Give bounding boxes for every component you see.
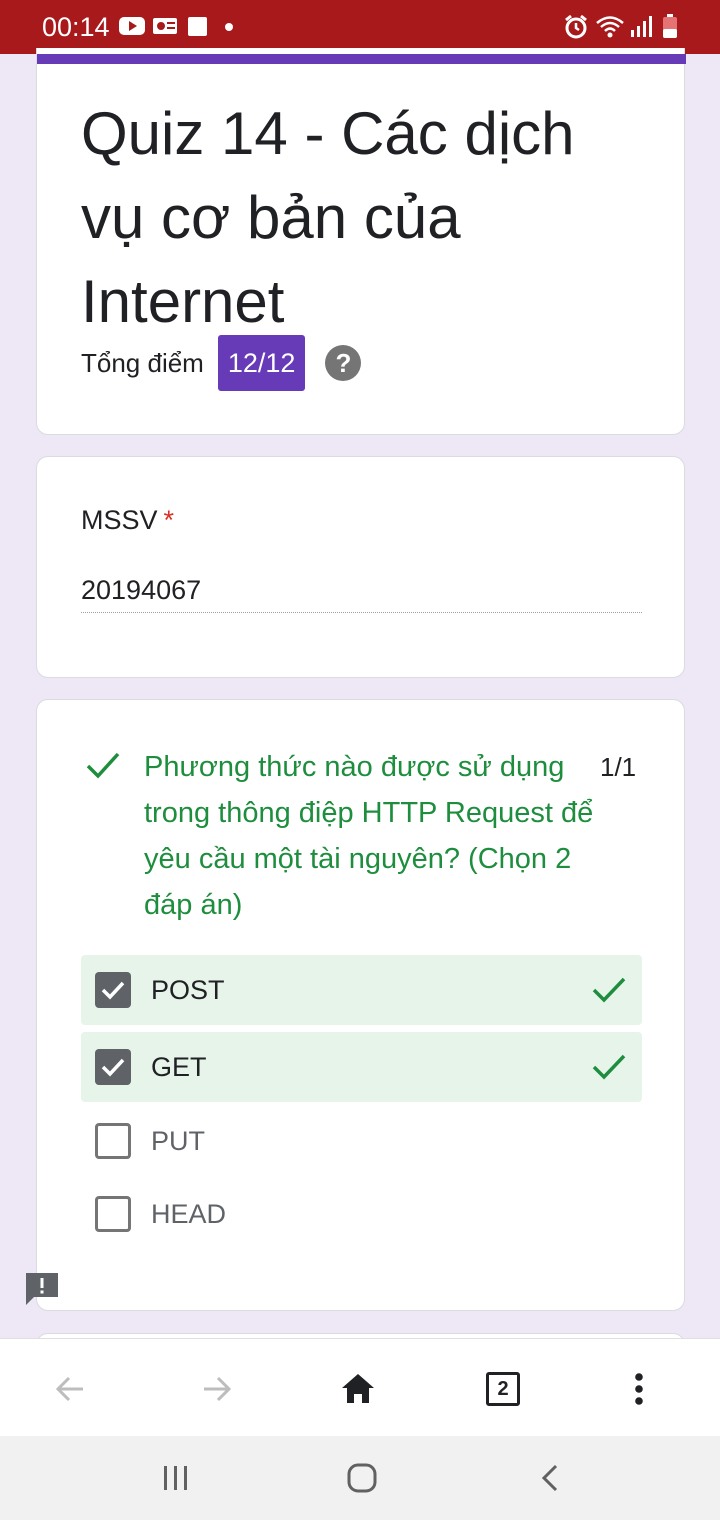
option-put: PUT bbox=[81, 1106, 642, 1176]
form-title: Quiz 14 - Các dịch vụ cơ bản của Interne… bbox=[81, 100, 575, 335]
home-circle-icon[interactable] bbox=[342, 1458, 382, 1498]
system-nav-bar bbox=[0, 1436, 720, 1520]
report-feedback-icon[interactable] bbox=[24, 1271, 60, 1307]
back-chevron-icon[interactable] bbox=[530, 1458, 570, 1498]
form-accent-bar bbox=[37, 54, 686, 64]
signal-icon bbox=[631, 16, 652, 37]
total-score-row: Tổng điểm 12/12 ? bbox=[81, 335, 362, 391]
checkbox-check-icon bbox=[101, 981, 125, 1000]
tabs-icon[interactable]: 2 bbox=[481, 1367, 525, 1411]
mssv-answer: 20194067 bbox=[81, 575, 202, 605]
dot-icon bbox=[225, 23, 233, 31]
checkbox-checked bbox=[95, 972, 131, 1008]
option-head: HEAD bbox=[81, 1179, 642, 1249]
question-text: Phương thức nào được sử dụng trong thông… bbox=[144, 751, 594, 921]
forward-arrow-icon[interactable] bbox=[195, 1367, 239, 1411]
score-badge: 12/12 bbox=[217, 335, 306, 391]
status-bar: 00:14 bbox=[0, 0, 720, 54]
option-label: POST bbox=[151, 975, 225, 1005]
option-label: PUT bbox=[151, 1126, 205, 1156]
option-post: POST bbox=[81, 955, 642, 1025]
correct-tick-icon bbox=[592, 1054, 626, 1080]
correct-tick-icon bbox=[592, 977, 626, 1003]
square-notification-icon bbox=[188, 17, 207, 36]
required-mark: * bbox=[163, 505, 175, 535]
checkbox-unchecked bbox=[95, 1196, 131, 1232]
help-icon[interactable]: ? bbox=[325, 345, 362, 381]
option-get: GET bbox=[81, 1032, 642, 1102]
tab-count: 2 bbox=[486, 1372, 520, 1406]
back-arrow-icon[interactable] bbox=[48, 1367, 92, 1411]
correct-check-icon bbox=[86, 752, 120, 779]
outlook-icon bbox=[153, 18, 177, 34]
alarm-icon bbox=[565, 14, 587, 39]
question-card: Phương thức nào được sử dụng trong thông… bbox=[36, 699, 685, 1311]
mssv-underline bbox=[81, 612, 642, 613]
browser-toolbar: 2 bbox=[0, 1338, 720, 1436]
wifi-icon bbox=[596, 16, 624, 38]
form-header-card: Quiz 14 - Các dịch vụ cơ bản của Interne… bbox=[36, 48, 686, 435]
checkbox-checked bbox=[95, 1049, 131, 1085]
youtube-icon bbox=[119, 17, 145, 35]
mssv-label: MSSV * bbox=[81, 505, 174, 536]
score-label: Tổng điểm bbox=[81, 347, 204, 378]
checkbox-check-icon bbox=[101, 1058, 125, 1077]
more-vert-icon[interactable] bbox=[617, 1367, 661, 1411]
option-label: HEAD bbox=[151, 1199, 227, 1229]
question-points: 1/1 bbox=[600, 752, 637, 782]
home-icon[interactable] bbox=[336, 1367, 380, 1411]
mssv-label-text: MSSV bbox=[81, 505, 158, 535]
checkbox-unchecked bbox=[95, 1123, 131, 1159]
recents-icon[interactable] bbox=[156, 1458, 196, 1498]
battery-low-icon bbox=[663, 14, 677, 38]
status-time: 00:14 bbox=[42, 12, 110, 42]
option-label: GET bbox=[151, 1052, 207, 1082]
mssv-question-card: MSSV * 20194067 bbox=[36, 456, 685, 678]
